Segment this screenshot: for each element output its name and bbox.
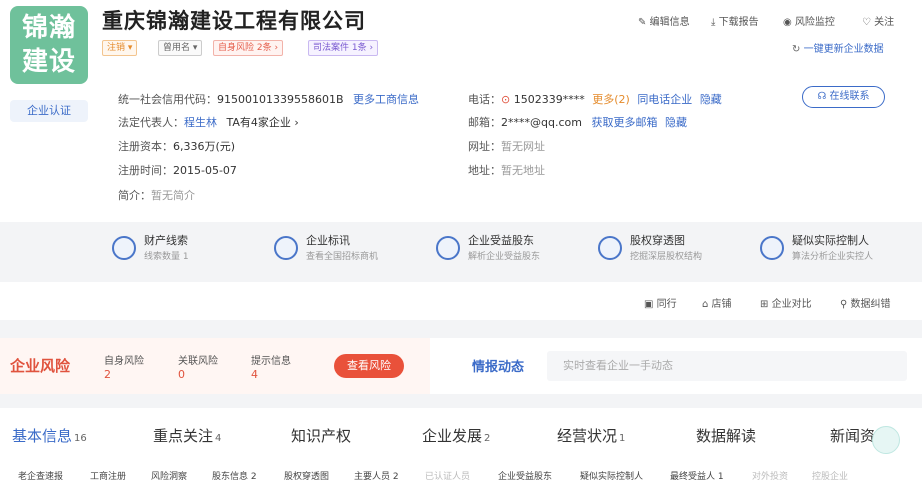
subtab-risk-insight[interactable]: 风险洞察 [151, 469, 187, 482]
refresh-icon: ↻ [792, 44, 801, 55]
intro-value: 暂无简介 [151, 189, 195, 202]
heart-icon: ♡ [862, 17, 871, 28]
subtab-shareholders[interactable]: 股东信息 2 [212, 469, 257, 482]
refresh-data-button[interactable]: ↻ 一键更新企业数据 [792, 40, 884, 55]
more-email-link[interactable]: 获取更多邮箱 [591, 116, 657, 129]
address-row: 地址：暂无地址 [468, 164, 545, 177]
edit-icon: ✎ [638, 17, 647, 28]
same-phone-link[interactable]: 同电话企业 [637, 93, 692, 106]
capital-value: 6,336万(元) [173, 140, 236, 153]
eye-icon: ◉ [783, 17, 792, 28]
feature-controller[interactable]: 疑似实际控制人 算法分析企业实控人 [760, 232, 920, 266]
tab-ip[interactable]: 知识产权 [291, 425, 353, 446]
subtab-certified-staff[interactable]: 已认证人员 [425, 469, 470, 482]
download-icon: ⤓ [711, 17, 716, 28]
subtab-controller[interactable]: 疑似实际控制人 [580, 469, 643, 482]
phone-more-link[interactable]: 更多(2) [592, 93, 630, 106]
more-business-link[interactable]: 更多工商信息 [353, 93, 419, 106]
beneficiary-icon [436, 236, 460, 260]
bid-info-icon [274, 236, 298, 260]
feature-equity-chart[interactable]: 股权穿透图 挖掘深层股权结构 [598, 232, 758, 266]
self-risk-label: 自身风险 [104, 356, 144, 367]
tab-operations[interactable]: 经营状况 1 [557, 425, 625, 446]
email-row: 邮箱：2****@qq.com 获取更多邮箱 隐藏 [468, 116, 687, 129]
intro-row: 简介：暂无简介 [118, 189, 195, 202]
email-hide-link[interactable]: 隐藏 [665, 116, 687, 129]
clock-icon: ⊙ [501, 93, 511, 106]
notice-count[interactable]: 4 [251, 368, 258, 381]
subtab-quick-report[interactable]: 老企查速报 [18, 469, 63, 482]
chat-float-button[interactable] [872, 426, 900, 454]
phone-value: 1502339**** [513, 93, 585, 106]
feature-property-clue[interactable]: 财产线索 线索数量 1 [112, 232, 272, 266]
peer-button[interactable]: ▣ 同行 [644, 295, 677, 310]
feature-beneficiary[interactable]: 企业受益股东 解析企业受益股东 [436, 232, 596, 266]
download-report-button[interactable]: ⤓ 下载报告 [711, 13, 759, 28]
logo-text-line1: 锦瀚 [21, 13, 76, 43]
subtab-holding[interactable]: 控股企业 [812, 469, 848, 482]
controller-icon [760, 236, 784, 260]
subtab-investment[interactable]: 对外投资 [752, 469, 788, 482]
equity-chart-icon [598, 236, 622, 260]
judicial-case-tag[interactable]: 司法案件 1条 › [308, 40, 379, 56]
tab-development[interactable]: 企业发展 2 [422, 425, 490, 446]
error-report-button[interactable]: ⚲ 数据纠错 [840, 295, 891, 310]
reg-time-row: 注册时间：2015-05-07 [118, 164, 237, 177]
capital-row: 注册资本：6,336万(元) [118, 140, 236, 153]
subtab-key-personnel[interactable]: 主要人员 2 [354, 469, 399, 482]
certification-button[interactable]: 企业认证 [10, 100, 88, 122]
feature-bid-info[interactable]: 企业标讯 查看全国招标商机 [274, 232, 434, 266]
address-value: 暂无地址 [501, 164, 545, 177]
tabs-bar [0, 408, 922, 500]
legal-rep-link[interactable]: 程生林 [184, 116, 217, 129]
error-report-icon: ⚲ [840, 299, 848, 310]
legal-rep-row: 法定代表人：程生林 TA有4家企业 › [118, 116, 299, 129]
view-risk-button[interactable]: 查看风险 [334, 354, 404, 378]
legal-rep-companies-link[interactable]: TA有4家企业 › [227, 116, 299, 129]
related-risk-count[interactable]: 0 [178, 368, 185, 381]
self-risk-count[interactable]: 2 [104, 368, 111, 381]
website-row: 网址：暂无网址 [468, 140, 545, 153]
subtab-registration[interactable]: 工商注册 [90, 469, 126, 482]
credit-code-row: 统一社会信用代码：91500101339558601B 更多工商信息 [118, 93, 420, 106]
company-logo: 锦瀚 建设 [10, 6, 88, 84]
phone-row: 电话：⊙ 1502339**** 更多(2) 同电话企业 隐藏 [468, 93, 722, 106]
reg-time-value: 2015-05-07 [173, 164, 237, 177]
tab-key-focus[interactable]: 重点关注 4 [153, 425, 221, 446]
risk-monitor-button[interactable]: ◉ 风险监控 [783, 13, 835, 28]
tab-data-analysis[interactable]: 数据解读 [696, 425, 758, 446]
shop-button[interactable]: ⌂ 店铺 [702, 295, 732, 310]
website-value: 暂无网址 [501, 140, 545, 153]
intel-search-input[interactable]: 实时查看企业一手动态 [547, 351, 907, 381]
peer-icon: ▣ [644, 299, 654, 310]
intel-title: 情报动态 [472, 360, 525, 375]
tab-basic-info[interactable]: 基本信息 16 [12, 425, 87, 446]
risk-title: 企业风险 [10, 357, 71, 375]
subtab-ultimate-beneficiary[interactable]: 最终受益人 1 [670, 469, 724, 482]
email-value: 2****@qq.com [501, 116, 582, 129]
online-contact-button[interactable]: ☊ 在线联系 [802, 86, 885, 108]
credit-code-value: 91500101339558601B [217, 93, 344, 106]
related-risk-label: 关联风险 [178, 356, 218, 367]
property-clue-icon [112, 236, 136, 260]
company-name: 重庆锦瀚建设工程有限公司 [102, 9, 366, 33]
shop-icon: ⌂ [702, 299, 709, 310]
former-name-tag[interactable]: 曾用名 ▾ [158, 40, 203, 56]
edit-info-button[interactable]: ✎ 编辑信息 [638, 13, 690, 28]
compare-button[interactable]: ⊞ 企业对比 [760, 295, 812, 310]
subtab-beneficiary[interactable]: 企业受益股东 [498, 469, 552, 482]
notice-label: 提示信息 [251, 356, 291, 367]
follow-button[interactable]: ♡ 关注 [862, 13, 894, 28]
status-tag-cancelled[interactable]: 注销 ▾ [102, 40, 138, 56]
logo-text-line2: 建设 [21, 47, 76, 77]
phone-hide-link[interactable]: 隐藏 [700, 93, 722, 106]
tab-news[interactable]: 新闻资 [830, 425, 877, 446]
headset-icon: ☊ [817, 91, 827, 102]
compare-icon: ⊞ [760, 299, 769, 310]
subtab-equity-chart[interactable]: 股权穿透图 [284, 469, 329, 482]
self-risk-tag[interactable]: 自身风险 2条 › [213, 40, 284, 56]
